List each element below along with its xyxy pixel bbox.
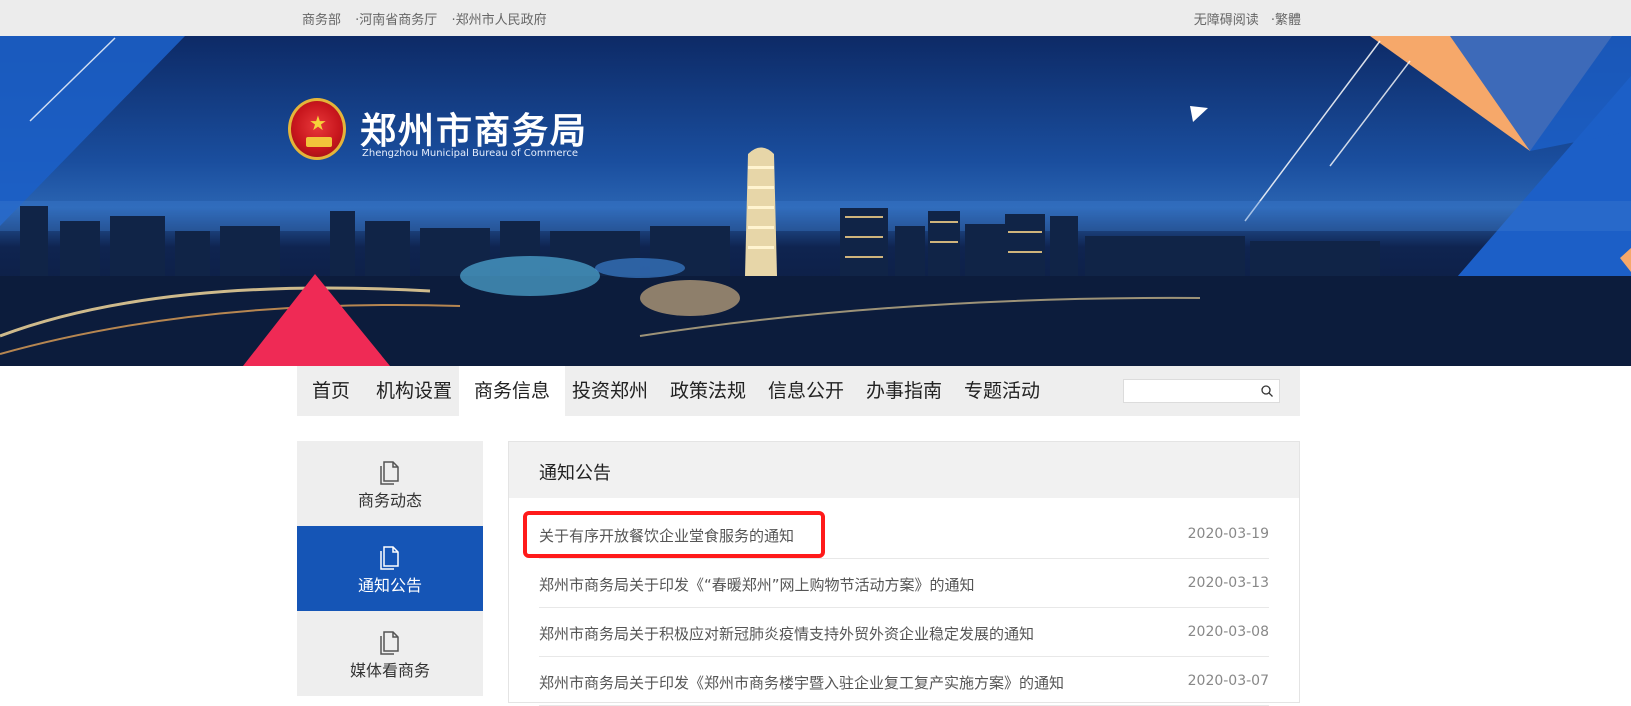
site-logo[interactable]: ★ 郑州市商务局 Zhengzhou Municipal Bureau of C… xyxy=(288,98,608,168)
nav-item-commerce-info[interactable]: 商务信息 xyxy=(459,366,566,416)
nav-item-info-disclosure[interactable]: 信息公开 xyxy=(753,366,859,416)
banner-cityscape-image xyxy=(0,36,1631,366)
accessibility-links: 无障碍阅读 ·繁體 xyxy=(1186,9,1301,28)
notice-date: 2020-03-19 xyxy=(1187,526,1269,542)
notice-title-link[interactable]: 郑州市商务局关于印发《郑州市商务楼宇暨入驻企业复工复产实施方案》的通知 xyxy=(539,672,1064,693)
document-icon xyxy=(380,631,399,655)
sidebar-item-media-view[interactable]: 媒体看商务 xyxy=(297,611,483,696)
search-box xyxy=(1123,379,1280,403)
link-ministry-of-commerce[interactable]: 商务部 xyxy=(302,13,341,28)
header-banner: ★ 郑州市商务局 Zhengzhou Municipal Bureau of C… xyxy=(0,36,1631,366)
link-accessible-reading[interactable]: 无障碍阅读 xyxy=(1194,13,1259,28)
nav-item-organization[interactable]: 机构设置 xyxy=(361,366,467,416)
nav-item-home[interactable]: 首页 xyxy=(297,366,365,416)
notice-panel: 通知公告 关于有序开放餐饮企业堂食服务的通知 2020-03-19 郑州市商务局… xyxy=(508,441,1300,706)
search-icon[interactable] xyxy=(1261,385,1273,397)
sidebar: 商务动态 通知公告 媒体看商务 xyxy=(297,441,483,696)
link-traditional-chinese[interactable]: ·繁體 xyxy=(1271,13,1301,28)
notice-row[interactable]: 郑州市商务局关于印发《郑州市商务楼宇暨入驻企业复工复产实施方案》的通知 2020… xyxy=(539,657,1269,706)
main-nav: 首页 机构设置 商务信息 投资郑州 政策法规 信息公开 办事指南 专题活动 xyxy=(297,366,1300,416)
top-utility-bar: 商务部 ·河南省商务厅 ·郑州市人民政府 无障碍阅读 ·繁體 xyxy=(0,0,1631,36)
sidebar-item-label: 商务动态 xyxy=(357,491,422,510)
document-icon xyxy=(380,546,399,570)
notice-panel-header: 通知公告 xyxy=(509,442,1299,498)
sidebar-item-business-news[interactable]: 商务动态 xyxy=(297,441,483,526)
site-subtitle: Zhengzhou Municipal Bureau of Commerce xyxy=(362,148,579,159)
sidebar-item-label: 媒体看商务 xyxy=(349,661,430,680)
notice-date: 2020-03-08 xyxy=(1187,624,1269,640)
national-emblem-icon: ★ xyxy=(288,98,346,160)
highlight-box xyxy=(523,511,825,558)
document-icon xyxy=(380,461,399,485)
notice-date: 2020-03-13 xyxy=(1187,575,1269,591)
notice-row[interactable]: 郑州市商务局关于积极应对新冠肺炎疫情支持外贸外资企业稳定发展的通知 2020-0… xyxy=(539,608,1269,657)
nav-item-service-guide[interactable]: 办事指南 xyxy=(851,366,957,416)
search-input[interactable] xyxy=(1128,382,1253,400)
related-links: 商务部 ·河南省商务厅 ·郑州市人民政府 xyxy=(302,9,557,28)
sidebar-item-notices[interactable]: 通知公告 xyxy=(297,526,483,611)
link-henan-commerce-dept[interactable]: ·河南省商务厅 xyxy=(355,13,437,28)
sidebar-item-label: 通知公告 xyxy=(357,576,422,595)
notice-row[interactable]: 郑州市商务局关于印发《“春暖郑州”网上购物节活动方案》的通知 2020-03-1… xyxy=(539,559,1269,608)
nav-item-special-events[interactable]: 专题活动 xyxy=(949,366,1055,416)
nav-item-policies[interactable]: 政策法规 xyxy=(655,366,761,416)
notice-date: 2020-03-07 xyxy=(1187,673,1269,689)
notice-panel-title: 通知公告 xyxy=(539,463,611,484)
notice-title-link[interactable]: 郑州市商务局关于积极应对新冠肺炎疫情支持外贸外资企业稳定发展的通知 xyxy=(539,623,1034,644)
site-title: 郑州市商务局 xyxy=(360,111,589,152)
link-zhengzhou-government[interactable]: ·郑州市人民政府 xyxy=(451,13,546,28)
notice-title-link[interactable]: 郑州市商务局关于印发《“春暖郑州”网上购物节活动方案》的通知 xyxy=(539,574,975,595)
nav-item-invest-zhengzhou[interactable]: 投资郑州 xyxy=(557,366,663,416)
